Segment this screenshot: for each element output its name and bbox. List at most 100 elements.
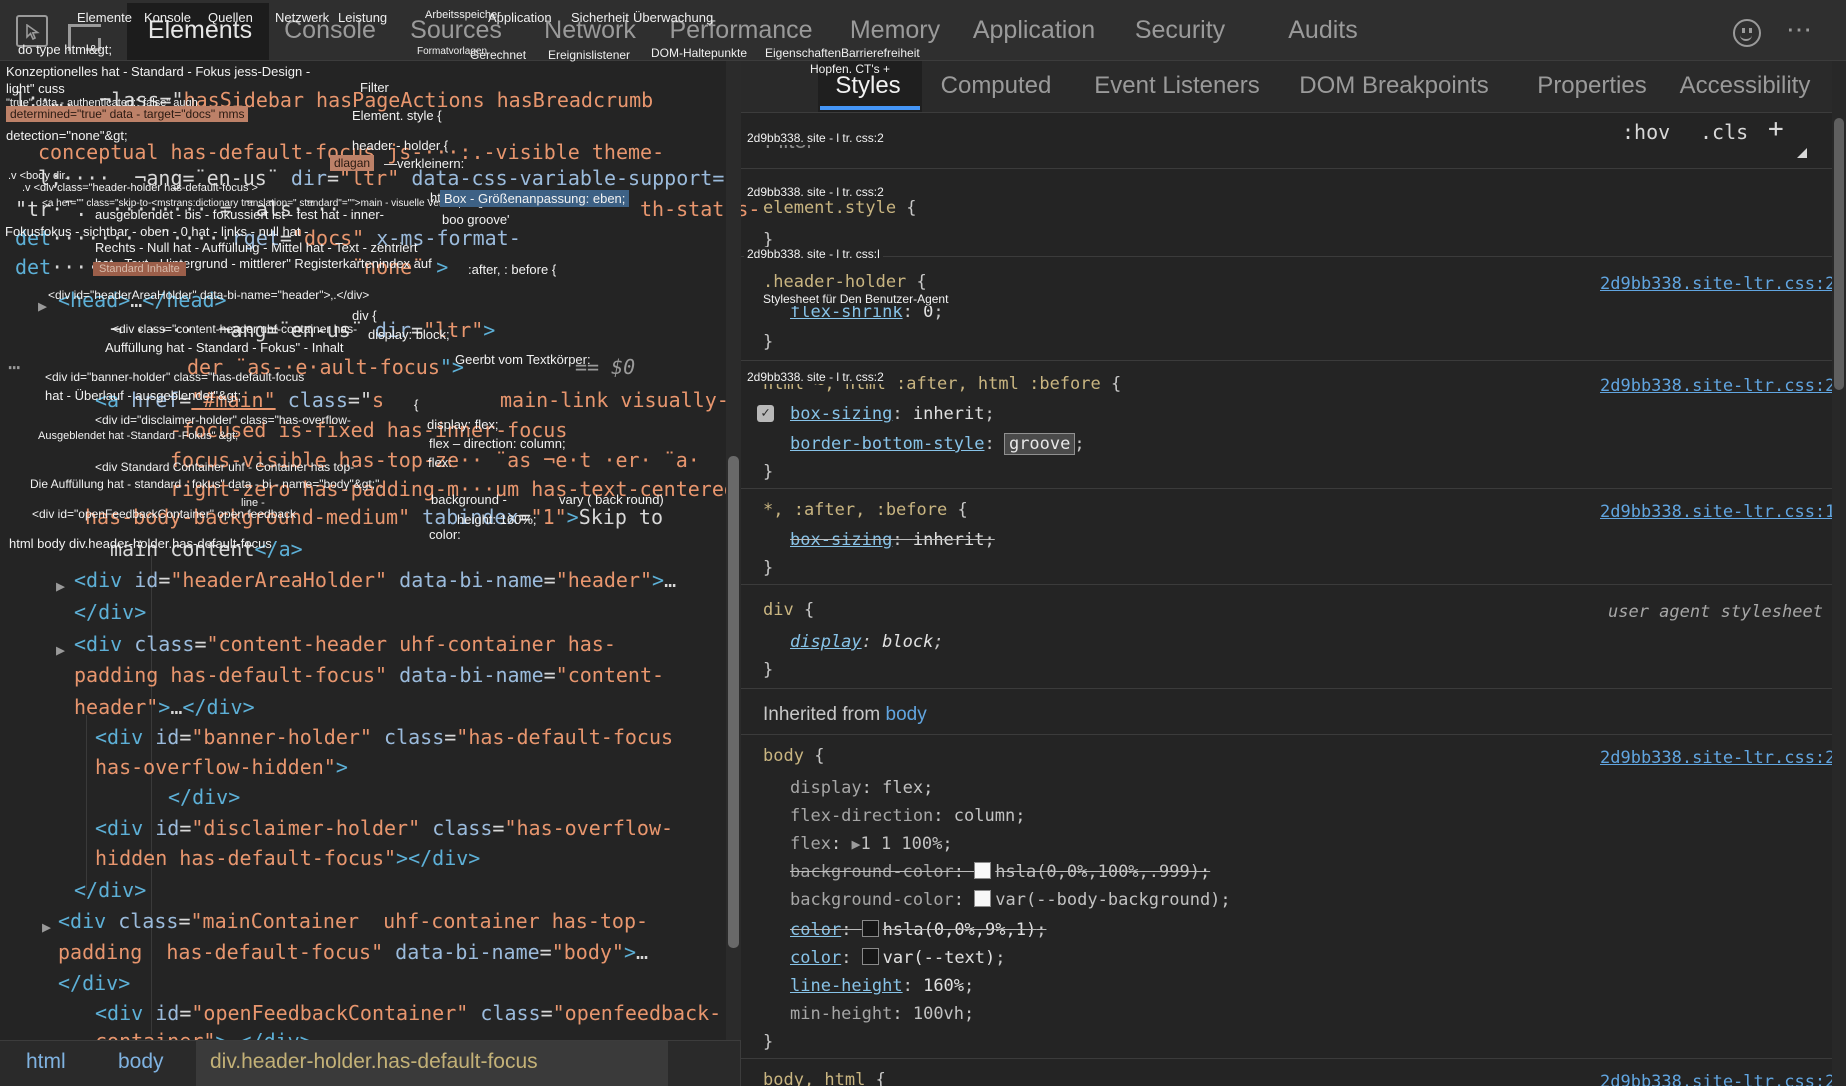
dom-line[interactable]: </div> <box>168 785 240 809</box>
breadcrumb-item-selected[interactable]: div.header-holder.has-default-focus <box>210 1050 538 1074</box>
stylesheet-link[interactable]: 2d9bb338.site-ltr.css:2 <box>1600 748 1835 768</box>
dom-line[interactable]: padding has-default-focus" data-bi-name=… <box>58 940 648 964</box>
css-property-line[interactable]: box-sizing: inherit; <box>790 404 995 424</box>
css-property-line[interactable]: flex-direction: column; <box>790 806 1025 826</box>
text-run: display <box>790 778 862 798</box>
text-run: = <box>179 725 192 749</box>
scrollbar-thumb[interactable] <box>728 456 739 948</box>
text-run: ></div> <box>396 846 481 870</box>
translation-overlay: hat - Überlauf - ausgeblendet"&gt; <box>45 388 241 403</box>
dom-line[interactable]: <div id="openFeedbackContainer" class="o… <box>95 1001 721 1025</box>
translation-overlay: Geerbt vom Textkörper: <box>455 352 591 367</box>
tab-console[interactable]: Console <box>270 0 390 60</box>
text-run: body, html <box>763 1070 876 1086</box>
dom-line[interactable]: <div id="banner-holder" class="has-defau… <box>95 725 673 749</box>
text-run: ausgeblendet - bis - fokussiert ist - fe… <box>95 207 385 222</box>
text-run: { <box>906 198 917 218</box>
dom-line[interactable]: </div> <box>74 600 146 624</box>
css-selector[interactable]: div { <box>763 600 814 620</box>
css-property-line[interactable]: min-height: 100vh; <box>790 1004 974 1024</box>
text-run: } <box>763 462 774 482</box>
tab-dom-breakpoints[interactable]: DOM Breakpoints <box>1289 60 1498 112</box>
css-property-line[interactable]: color: var(--text); <box>790 948 1006 968</box>
expand-arrow-icon[interactable]: ▶ <box>38 292 47 316</box>
text-run: dlagan <box>334 156 371 170</box>
dom-line[interactable]: </div> <box>58 971 130 995</box>
css-property-line[interactable]: background-color: var(--body-background)… <box>790 890 1231 910</box>
tab-accessibility[interactable]: Accessibility <box>1670 60 1821 112</box>
css-selector[interactable]: element.style { <box>763 198 917 218</box>
dom-line[interactable]: <div id="headerAreaHolder" data-bi-name=… <box>74 568 676 592</box>
css-property-line[interactable]: color: hsla(0,0%,9%,1); <box>790 920 1046 940</box>
stylesheet-link[interactable]: 2d9bb338.site-ltr.css:1 <box>1600 502 1835 522</box>
text-run: var(--text) <box>882 948 996 968</box>
dom-line[interactable]: padding has-default-focus" data-bi-name=… <box>74 663 664 687</box>
dom-line[interactable]: main-link visually- <box>500 388 729 412</box>
text-run: display <box>790 632 862 652</box>
expand-arrow-icon[interactable]: ▶ <box>56 572 65 596</box>
text-run: 2d9bb338.site-ltr.css:2 <box>1600 274 1836 294</box>
breadcrumb-item-html[interactable]: html <box>26 1050 66 1074</box>
translation-overlay: Fokusfokus - sichtbar - oben - 0 hat - l… <box>5 224 308 239</box>
css-property-line[interactable]: box-sizing: inherit; <box>790 530 995 550</box>
dom-tree-scrollbar[interactable] <box>726 60 741 1040</box>
css-property-line[interactable]: flex: ▶1 1 100%; <box>790 834 953 854</box>
text-run: flex: <box>428 455 452 470</box>
text-run: : <box>892 404 913 424</box>
text-run: Skip to <box>578 505 663 529</box>
tab-properties[interactable]: Properties <box>1527 60 1656 112</box>
translation-overlay: Eigenschaften <box>765 46 842 60</box>
color-swatch-icon <box>974 862 992 879</box>
css-selector[interactable]: body, html { <box>763 1070 886 1086</box>
css-selector[interactable]: *, :after, :before { <box>763 500 968 520</box>
text-run: <div <box>58 909 119 933</box>
stylesheet-link[interactable]: 2d9bb338.site-ltr.css:2 <box>1600 274 1835 294</box>
styles-scrollbar[interactable] <box>1832 60 1846 1086</box>
tab-computed[interactable]: Computed <box>931 60 1062 112</box>
tab-security[interactable]: Security <box>1121 0 1239 60</box>
dom-line[interactable]: hidden has-default-focus"></div> <box>95 846 480 870</box>
text-run: "disclaimer-holder" <box>191 816 421 840</box>
tab-application[interactable]: Application <box>959 0 1109 60</box>
breadcrumb-item-body[interactable]: body <box>118 1050 164 1074</box>
css-selector[interactable]: body { <box>763 746 824 766</box>
dom-line[interactable]: <div id="disclaimer-holder" class="has-o… <box>95 816 673 840</box>
css-property-checkbox[interactable]: ✓ <box>757 402 774 422</box>
dom-line[interactable]: <div class="mainContainer uhf-container … <box>58 909 648 933</box>
translation-overlay: <div id="openFeedbackContainer" open fee… <box>32 507 296 521</box>
dom-line[interactable]: </div> <box>74 878 146 902</box>
css-property-line[interactable]: background-color: hsla(0,0%,100%,.999); <box>790 862 1210 882</box>
text-run: "header" <box>555 568 653 592</box>
dom-line[interactable]: header">…</div> <box>74 695 255 719</box>
text-run: class <box>480 1001 541 1025</box>
text-run: Box - Größenanpassung: eben; <box>444 191 626 206</box>
dom-line[interactable]: has-overflow-hidden"> <box>95 755 348 779</box>
dom-line[interactable]: th-status- <box>640 197 760 221</box>
stylesheet-link[interactable]: 2d9bb338.site-ltr.css:2 <box>1600 1072 1835 1086</box>
tab-elements[interactable]: Elements <box>134 0 266 60</box>
translation-overlay: light" cuss <box>6 81 65 96</box>
css-property-line[interactable]: display: block; <box>790 632 944 652</box>
tab-event-listeners[interactable]: Event Listeners <box>1084 60 1269 112</box>
text-run: <div id="disclaimer-holder" class="has-o… <box>95 413 351 427</box>
scrollbar-thumb[interactable] <box>1834 118 1844 390</box>
text-run: } <box>763 332 774 352</box>
css-property-line[interactable]: line-height: 160%; <box>790 976 974 996</box>
translation-overlay: flex – direction: column; <box>429 436 566 451</box>
tab-audits[interactable]: Audits <box>1274 0 1371 60</box>
css-property-line[interactable]: border-bottom-style: groove; <box>790 434 1085 454</box>
text-run: :after, : before { <box>468 262 557 277</box>
css-property-line[interactable]: display: flex; <box>790 778 933 798</box>
overflow-dots[interactable]: ⋯ <box>8 355 20 379</box>
stylesheet-link[interactable]: 2d9bb338.site-ltr.css:2 <box>1600 376 1835 396</box>
expand-arrow-icon[interactable]: ▶ <box>56 636 65 660</box>
translation-overlay: <div id="banner-holder" class="has-defau… <box>45 370 304 384</box>
text-run: .v <div class="header-holder has-default… <box>22 182 258 194</box>
dom-line[interactable]: <div class="content-header uhf-container… <box>74 632 616 656</box>
text-run: padding has-default-focus" <box>74 663 388 687</box>
feedback-smiley-icon[interactable] <box>1733 19 1761 47</box>
css-selector[interactable]: .header-holder { <box>763 272 927 292</box>
text-run: ; <box>1220 890 1231 910</box>
expand-arrow-icon[interactable]: ▶ <box>42 913 51 937</box>
more-menu-icon[interactable]: ⋯ <box>1786 14 1815 45</box>
